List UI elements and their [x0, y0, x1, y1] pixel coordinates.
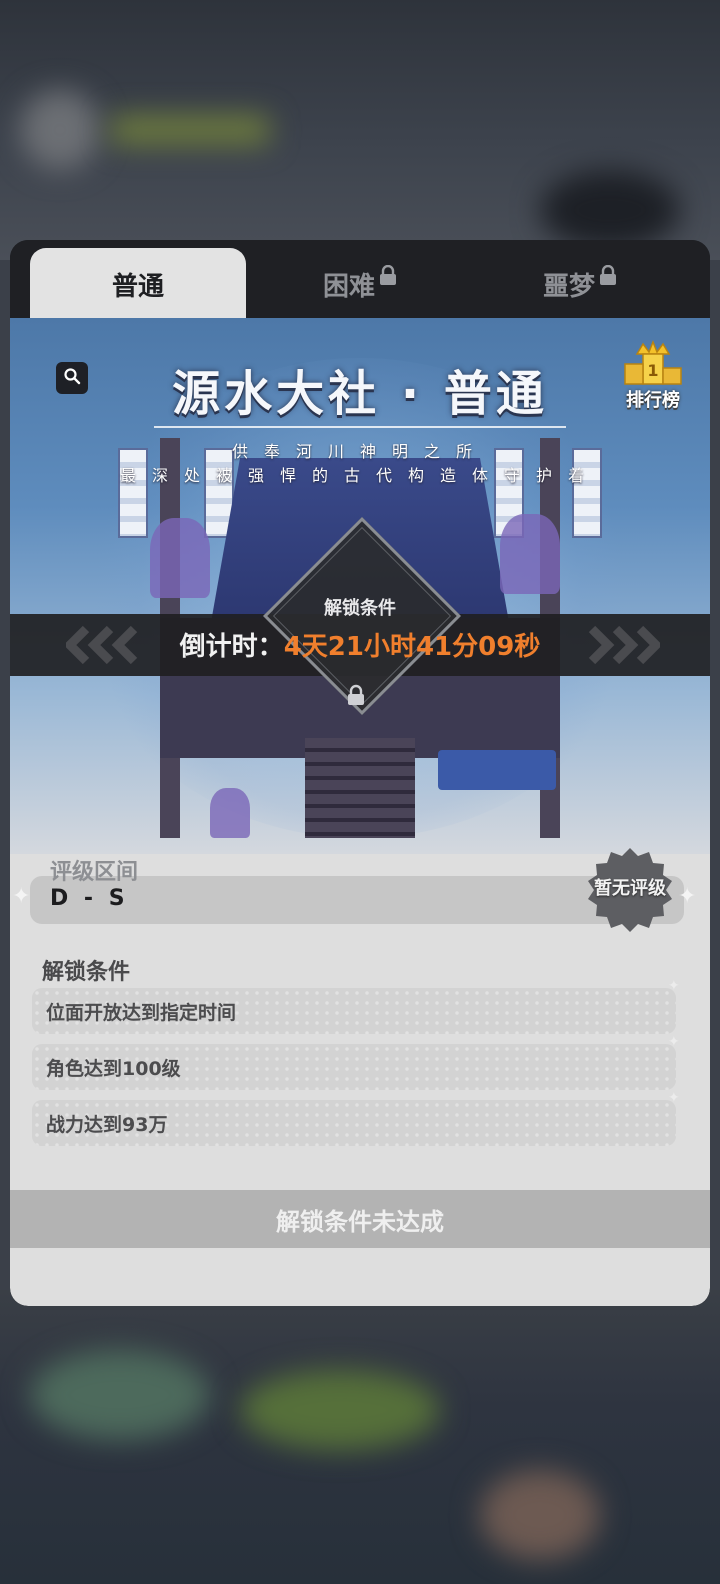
rating-range-value: D - S [50, 886, 129, 911]
search-button[interactable] [56, 362, 88, 394]
tab-hard[interactable]: 困难 [252, 248, 468, 320]
sparkle-icon: ✦ [678, 884, 697, 909]
countdown-time: 4天21小时41分09秒 [283, 632, 541, 662]
tab-label: 普通 [111, 271, 164, 302]
tab-label: 噩梦 [542, 271, 595, 302]
sparkle-icon: ✦ [12, 884, 31, 909]
rating-status: 暂无评级 [594, 878, 666, 899]
unlock-button[interactable]: 解锁条件未达成 [10, 1190, 710, 1248]
sparkle-icon: ✦ [668, 1090, 680, 1106]
lock-icon [346, 684, 366, 710]
ranking-button[interactable]: 1 排行榜 [616, 340, 690, 420]
condition-item: 战力达到93万 [32, 1100, 676, 1146]
lock-icon [599, 265, 617, 285]
trophy-icon: 1 [623, 340, 683, 386]
ranking-label: 排行榜 [626, 390, 680, 411]
coral [210, 788, 250, 838]
conditions-title: 解锁条件 [42, 960, 131, 985]
shrine-dock [438, 750, 556, 790]
background-topright-blur [540, 170, 680, 250]
sparkle-icon: ✦ [668, 978, 680, 994]
unlock-condition-label: 解锁条件 [324, 598, 396, 619]
countdown-prefix: 倒计时： [179, 632, 284, 662]
tab-label: 困难 [322, 271, 375, 302]
stage-banner: 源水大社 · 普通 供奉河川神明之所 最深处被强悍的古代构造体守护着 1 排行榜… [10, 318, 710, 854]
background-bottom-blur-1 [30, 1350, 210, 1440]
coral [150, 518, 210, 598]
background-bottom-blur-3 [480, 1470, 600, 1560]
condition-text: 角色达到100级 [46, 1057, 181, 1080]
rating-range-label: 评级区间 [50, 860, 139, 885]
difficulty-dialog: 普通 困难 噩梦 源水大社 · 普通 供奉河川神明之所 最深处被强悍的古代构造体… [10, 240, 710, 1306]
stage-subtitle-2: 最深处被强悍的古代构造体守护着 [119, 466, 600, 485]
lock-icon [379, 265, 397, 285]
unlock-button-label: 解锁条件未达成 [276, 1207, 444, 1236]
countdown-text: 倒计时：4天21小时41分09秒 [10, 626, 710, 663]
difficulty-tabs: 普通 困难 噩梦 [10, 240, 710, 320]
condition-text: 位面开放达到指定时间 [46, 1001, 237, 1024]
stage-subtitle-1: 供奉河川神明之所 [231, 442, 488, 461]
condition-text: 战力达到93万 [46, 1113, 168, 1136]
condition-item: 角色达到100级 [32, 1044, 676, 1090]
tab-normal[interactable]: 普通 [30, 248, 246, 320]
tab-nightmare[interactable]: 噩梦 [472, 248, 688, 320]
background-avatar-blur [20, 90, 100, 170]
condition-item: 位面开放达到指定时间 [32, 988, 676, 1034]
title-divider [154, 426, 566, 428]
coral [500, 514, 560, 594]
shrine-stairs [305, 738, 415, 838]
stage-title: 源水大社 · 普通 [172, 366, 548, 422]
background-bottom-blur-2 [240, 1370, 440, 1450]
svg-text:1: 1 [647, 361, 658, 380]
dialog-content: 源水大社 · 普通 供奉河川神明之所 最深处被强悍的古代构造体守护着 1 排行榜… [10, 318, 710, 1306]
background-name-blur [110, 115, 270, 145]
sparkle-icon: ✦ [668, 1034, 680, 1050]
search-icon [63, 367, 81, 389]
